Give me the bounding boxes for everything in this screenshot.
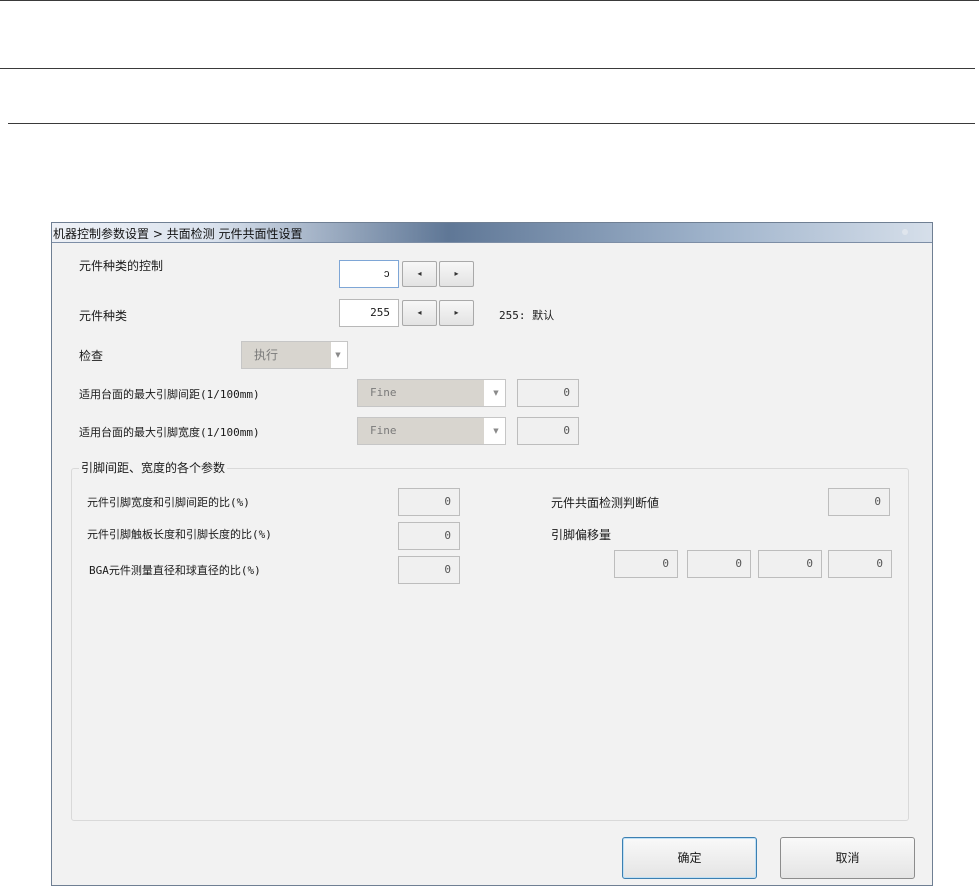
component-type-hint: 255: 默认 bbox=[499, 309, 555, 322]
lead-offset-input-3[interactable]: 0 bbox=[758, 550, 822, 578]
arrow-left-icon: ◂ bbox=[417, 308, 422, 317]
title-bar[interactable]: 机器控制参数设置 > 共面检测 元件共面性设置 bbox=[52, 223, 932, 243]
ok-button[interactable]: 确定 bbox=[622, 837, 757, 879]
separator-line-1 bbox=[0, 0, 979, 1]
contact-length-ratio-input[interactable]: 0 bbox=[398, 522, 460, 550]
component-type-control-prev-button[interactable]: ◂ bbox=[402, 261, 437, 287]
lead-offset-input-4[interactable]: 0 bbox=[828, 550, 892, 578]
lead-offset-input-1[interactable]: 0 bbox=[614, 550, 678, 578]
component-type-prev-button[interactable]: ◂ bbox=[402, 300, 437, 326]
arrow-left-icon: ◂ bbox=[417, 269, 422, 278]
chevron-down-icon: ▼ bbox=[493, 427, 499, 435]
max-width-value[interactable]: 0 bbox=[517, 417, 579, 445]
inspection-select[interactable]: 执行 ▼ bbox=[241, 341, 348, 369]
bga-ratio-input[interactable]: 0 bbox=[398, 556, 460, 584]
max-pitch-label: 适用台面的最大引脚间距(1/100mm) bbox=[79, 388, 260, 401]
contact-length-ratio-label: 元件引脚触板长度和引脚长度的比(%) bbox=[87, 528, 272, 541]
max-pitch-select[interactable]: Fine ▼ bbox=[357, 379, 506, 407]
max-width-select-value: Fine bbox=[358, 418, 484, 444]
bga-ratio-label: BGA元件测量直径和球直径的比(%) bbox=[89, 564, 261, 577]
arrow-right-icon: ▸ bbox=[454, 308, 459, 317]
component-type-label: 元件种类 bbox=[79, 309, 128, 323]
titlebar-glow bbox=[902, 229, 908, 235]
chevron-down-icon: ▼ bbox=[493, 389, 499, 397]
lead-parameters-group-caption: 引脚间距、宽度的各个参数 bbox=[79, 459, 228, 476]
component-type-control-input[interactable]: ↄ bbox=[339, 260, 399, 288]
component-type-input[interactable]: 255 bbox=[339, 299, 399, 327]
arrow-right-icon: ▸ bbox=[454, 269, 459, 278]
chevron-down-icon: ▼ bbox=[335, 351, 341, 359]
window-title: 机器控制参数设置 > 共面检测 元件共面性设置 bbox=[53, 227, 303, 241]
max-pitch-value[interactable]: 0 bbox=[517, 379, 579, 407]
lead-offset-label: 引脚偏移量 bbox=[551, 528, 612, 542]
cancel-button[interactable]: 取消 bbox=[780, 837, 915, 879]
lead-offset-input-2[interactable]: 0 bbox=[687, 550, 751, 578]
coplanarity-threshold-input[interactable]: 0 bbox=[828, 488, 890, 516]
width-pitch-ratio-label: 元件引脚宽度和引脚间距的比(%) bbox=[87, 496, 250, 509]
separator-line-2 bbox=[0, 68, 975, 69]
lead-parameters-group bbox=[71, 468, 909, 821]
inspection-label: 检查 bbox=[79, 349, 104, 363]
settings-dialog: 机器控制参数设置 > 共面检测 元件共面性设置 元件种类的控制 ↄ ◂ ▸ 元件… bbox=[51, 222, 933, 886]
max-width-select[interactable]: Fine ▼ bbox=[357, 417, 506, 445]
max-pitch-select-value: Fine bbox=[358, 380, 484, 406]
width-pitch-ratio-input[interactable]: 0 bbox=[398, 488, 460, 516]
inspection-select-value: 执行 bbox=[242, 342, 331, 368]
coplanarity-threshold-label: 元件共面检测判断値 bbox=[551, 496, 660, 510]
separator-line-3 bbox=[8, 123, 975, 124]
max-width-label: 适用台面的最大引脚宽度(1/100mm) bbox=[79, 426, 260, 439]
component-type-next-button[interactable]: ▸ bbox=[439, 300, 474, 326]
component-type-control-next-button[interactable]: ▸ bbox=[439, 261, 474, 287]
component-type-control-label: 元件种类的控制 bbox=[79, 259, 164, 273]
